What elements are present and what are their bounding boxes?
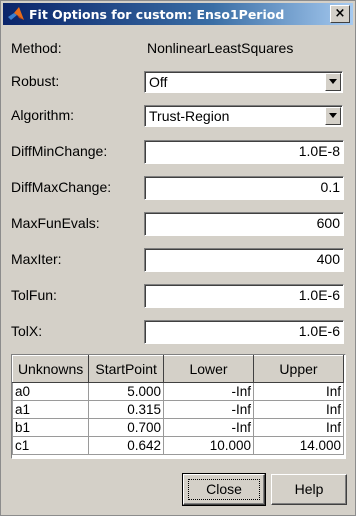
tolfun-label: TolFun: [11, 287, 57, 303]
cell-unknown[interactable]: a1 [11, 400, 90, 419]
cell-startpoint[interactable]: 5.000 [88, 382, 165, 401]
maxiter-field[interactable]: 400 [144, 248, 344, 272]
header-startpoint[interactable]: StartPoint [88, 355, 165, 383]
cell-lower[interactable]: -Inf [163, 418, 254, 437]
cell-upper[interactable]: Inf [253, 382, 344, 401]
algorithm-selected-value: Trust-Region [149, 108, 230, 124]
tolx-label: TolX: [11, 323, 43, 339]
window-title: Fit Options for custom: Enso1Period [29, 6, 285, 22]
cell-lower[interactable]: 10.000 [163, 436, 254, 455]
header-lower[interactable]: Lower [163, 355, 254, 383]
method-label: Method: [11, 40, 62, 56]
method-value: NonlinearLeastSquares [147, 40, 294, 56]
unknowns-table[interactable]: Unknowns StartPoint Lower Upper a0 5.000… [11, 355, 344, 455]
unknowns-table-frame: Unknowns StartPoint Lower Upper a0 5.000… [11, 354, 346, 459]
title-bar[interactable]: Fit Options for custom: Enso1Period × [3, 3, 353, 25]
robust-select[interactable]: Off [144, 71, 343, 93]
diffmaxchange-label: DiffMaxChange: [11, 179, 112, 195]
fit-options-dialog: Fit Options for custom: Enso1Period × Me… [0, 0, 356, 516]
algorithm-dropdown-button[interactable] [325, 107, 341, 125]
tolfun-field[interactable]: 1.0E-6 [144, 284, 344, 308]
cell-startpoint[interactable]: 0.642 [88, 436, 165, 455]
maxfunevals-label: MaxFunEvals: [11, 215, 100, 231]
cell-startpoint[interactable]: 0.315 [88, 400, 165, 419]
robust-label: Robust: [11, 73, 60, 89]
cell-upper[interactable]: Inf [253, 400, 344, 419]
chevron-down-icon [329, 79, 337, 84]
cell-unknown[interactable]: a0 [11, 382, 90, 401]
cell-upper[interactable]: 14.000 [253, 436, 344, 455]
help-button-label: Help [294, 481, 324, 497]
cell-startpoint[interactable]: 0.700 [88, 418, 165, 437]
chevron-down-icon [329, 113, 337, 118]
table-row: c1 0.642 10.000 14.000 [11, 436, 344, 455]
diffmaxchange-field[interactable]: 0.1 [144, 176, 344, 200]
diffminchange-field[interactable]: 1.0E-8 [144, 140, 344, 164]
cell-upper[interactable]: Inf [253, 418, 344, 437]
robust-dropdown-button[interactable] [325, 73, 341, 91]
maxfunevals-field[interactable]: 600 [144, 212, 344, 236]
close-window-button[interactable]: × [330, 5, 350, 23]
table-row: b1 0.700 -Inf Inf [11, 418, 344, 437]
table-header-row: Unknowns StartPoint Lower Upper [11, 355, 344, 383]
diffminchange-label: DiffMinChange: [11, 143, 108, 159]
focus-ring [188, 479, 260, 500]
cell-lower[interactable]: -Inf [163, 382, 254, 401]
header-unknowns[interactable]: Unknowns [11, 355, 90, 383]
cell-unknown[interactable]: c1 [11, 436, 90, 455]
table-row: a0 5.000 -Inf Inf [11, 382, 344, 401]
tolx-field[interactable]: 1.0E-6 [144, 320, 344, 344]
help-button[interactable]: Help [271, 474, 347, 505]
close-button[interactable]: Close [182, 473, 266, 506]
cell-lower[interactable]: -Inf [163, 400, 254, 419]
algorithm-label: Algorithm: [11, 107, 75, 123]
cell-unknown[interactable]: b1 [11, 418, 90, 437]
matlab-icon [8, 7, 24, 20]
table-row: a1 0.315 -Inf Inf [11, 400, 344, 419]
robust-selected-value: Off [149, 74, 168, 90]
algorithm-select[interactable]: Trust-Region [144, 105, 343, 127]
header-upper[interactable]: Upper [253, 355, 344, 383]
maxiter-label: MaxIter: [11, 251, 62, 267]
